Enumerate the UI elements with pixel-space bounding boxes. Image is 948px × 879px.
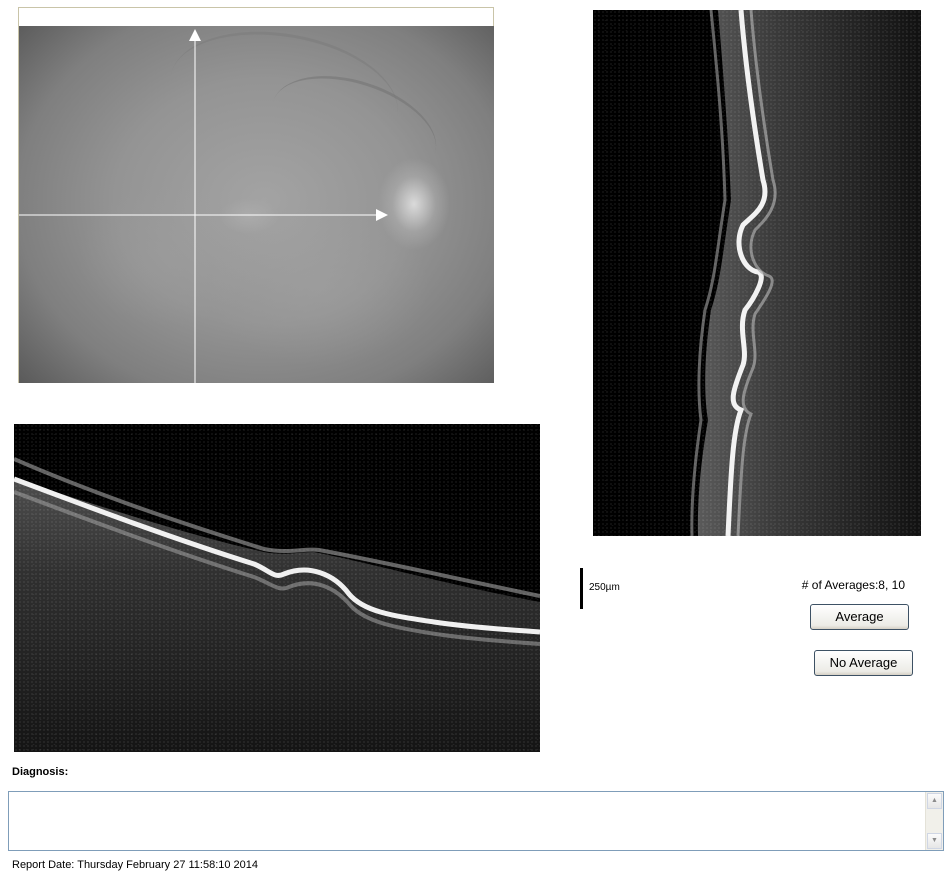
fundus-image xyxy=(19,26,494,383)
scale-bar-label: 250µm xyxy=(589,582,620,593)
averages-count-label: # of Averages:8, 10 xyxy=(801,578,905,592)
scroll-up-arrow-icon[interactable]: ▲ xyxy=(927,793,942,809)
report-date: Report Date: Thursday February 27 11:58:… xyxy=(12,859,259,871)
diagnosis-scrollbar[interactable]: ▲ ▼ xyxy=(925,792,943,850)
no-average-button[interactable]: No Average xyxy=(814,650,913,676)
average-button[interactable]: Average xyxy=(810,604,909,630)
diagnosis-textarea[interactable]: ▲ ▼ xyxy=(8,791,944,851)
diagnosis-label: Diagnosis: xyxy=(12,766,69,778)
horizontal-oct-scan xyxy=(14,424,540,752)
scroll-down-arrow-icon[interactable]: ▼ xyxy=(927,833,942,849)
vertical-oct-scan xyxy=(593,10,921,536)
scan-crosshair[interactable] xyxy=(19,26,494,383)
fundus-image-frame xyxy=(18,7,494,383)
scale-bar xyxy=(580,568,583,609)
